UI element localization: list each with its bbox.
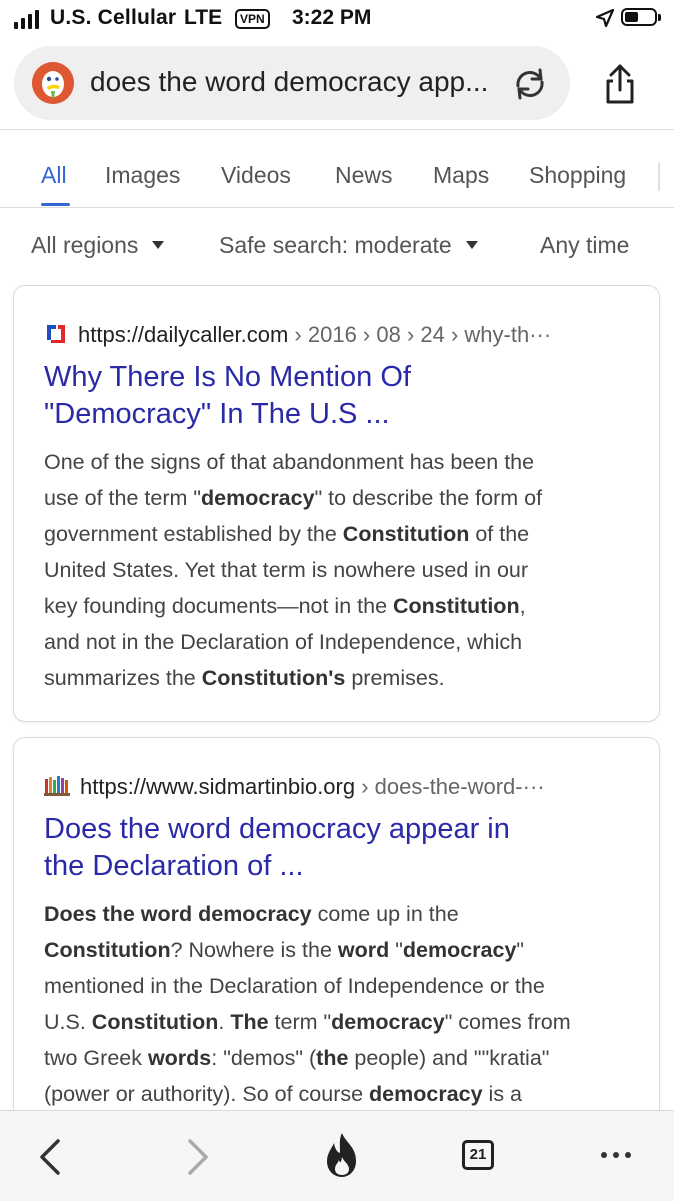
time-filter-label: Any time — [540, 232, 630, 258]
snippet-line: Does the word democracy come up in the — [44, 902, 459, 926]
signal-strength-icon — [14, 10, 39, 29]
result-title-line: Why There Is No Mention Of — [44, 361, 411, 393]
safe-search-label: Safe search: moderate — [219, 232, 452, 258]
result-title-line: Does the word democracy appear in — [44, 813, 510, 845]
snippet-line: Constitution? Nowhere is the word "democ… — [44, 938, 525, 962]
result-title[interactable]: Does the word democracy appear in the De… — [44, 811, 634, 885]
snippet-line: One of the signs of that abandonment has… — [44, 450, 535, 474]
result-snippet: Does the word democracy come up in the C… — [44, 896, 639, 1112]
time-filter[interactable]: Any time — [540, 232, 629, 259]
duckduckgo-logo-icon — [32, 62, 74, 104]
search-result-card: https://dailycaller.com › 2016 › 08 › 24… — [13, 285, 660, 722]
status-bar: U.S. Cellular LTE VPN 3:22 PM — [0, 0, 674, 40]
snippet-line: use of the term "democracy" to describe … — [44, 486, 543, 510]
search-tabs: All Images Videos News Maps Shopping — [0, 150, 674, 206]
search-query-text[interactable]: does the word democracy app... — [90, 66, 488, 98]
active-tab-indicator — [41, 203, 70, 206]
address-bar[interactable]: does the word democracy app... — [14, 46, 570, 120]
tab-all[interactable]: All — [41, 162, 67, 189]
snippet-line: summarizes the Constitution's premises. — [44, 666, 445, 690]
tab-shopping[interactable]: Shopping — [529, 162, 626, 189]
chevron-down-icon — [465, 240, 478, 249]
region-filter[interactable]: All regions — [31, 232, 165, 259]
region-filter-label: All regions — [31, 232, 139, 258]
forward-arrow-icon[interactable] — [184, 1137, 212, 1177]
sidmartinbio-favicon-icon — [44, 776, 70, 797]
result-url[interactable]: https://www.sidmartinbio.org › does-the-… — [44, 774, 545, 800]
snippet-line: government established by the Constituti… — [44, 522, 530, 546]
result-title-line: the Declaration of ... — [44, 850, 304, 882]
fire-button-icon[interactable] — [322, 1131, 362, 1179]
snippet-line: and not in the Declaration of Independen… — [44, 630, 523, 654]
result-host: https://www.sidmartinbio.org — [80, 774, 356, 799]
more-menu-icon[interactable] — [601, 1152, 631, 1158]
result-url[interactable]: https://dailycaller.com › 2016 › 08 › 24… — [44, 322, 551, 348]
tab-videos[interactable]: Videos — [221, 162, 291, 189]
network-type: LTE — [184, 6, 223, 29]
tab-maps[interactable]: Maps — [433, 162, 489, 189]
location-arrow-icon — [595, 8, 615, 28]
result-snippet: One of the signs of that abandonment has… — [44, 444, 639, 696]
snippet-line: two Greek words: "demos" (the people) an… — [44, 1046, 550, 1070]
battery-icon — [621, 8, 661, 26]
vpn-badge: VPN — [235, 9, 270, 29]
snippet-line: (power or authority). So of course democ… — [44, 1082, 523, 1106]
result-path: › does-the-word-··· — [355, 774, 545, 799]
share-icon[interactable] — [600, 62, 640, 106]
chevron-down-icon — [152, 240, 165, 249]
carrier-name: U.S. Cellular — [50, 6, 177, 29]
divider — [0, 207, 674, 208]
back-arrow-icon[interactable] — [36, 1137, 64, 1177]
snippet-line: United States. Yet that term is nowhere … — [44, 558, 529, 582]
tab-switcher-button[interactable]: 21 — [462, 1140, 494, 1170]
search-result-card: https://www.sidmartinbio.org › does-the-… — [13, 737, 660, 1167]
clock: 3:22 PM — [292, 6, 372, 29]
result-title[interactable]: Why There Is No Mention Of "Democracy" I… — [44, 359, 634, 433]
divider — [0, 129, 674, 130]
tabs-overflow-edge — [658, 163, 660, 191]
result-host: https://dailycaller.com — [78, 322, 289, 347]
result-path: › 2016 › 08 › 24 › why-th··· — [288, 322, 552, 347]
reload-icon[interactable] — [510, 66, 550, 102]
snippet-line: key founding documents—not in the Consti… — [44, 594, 526, 618]
tab-images[interactable]: Images — [105, 162, 180, 189]
bottom-toolbar: 21 — [0, 1110, 674, 1201]
safe-search-filter[interactable]: Safe search: moderate — [219, 232, 478, 259]
snippet-line: mentioned in the Declaration of Independ… — [44, 974, 545, 998]
tab-news[interactable]: News — [335, 162, 393, 189]
dailycaller-favicon-icon — [47, 325, 65, 344]
snippet-line: U.S. Constitution. The term "democracy" … — [44, 1010, 571, 1034]
result-title-line: "Democracy" In The U.S ... — [44, 398, 390, 430]
